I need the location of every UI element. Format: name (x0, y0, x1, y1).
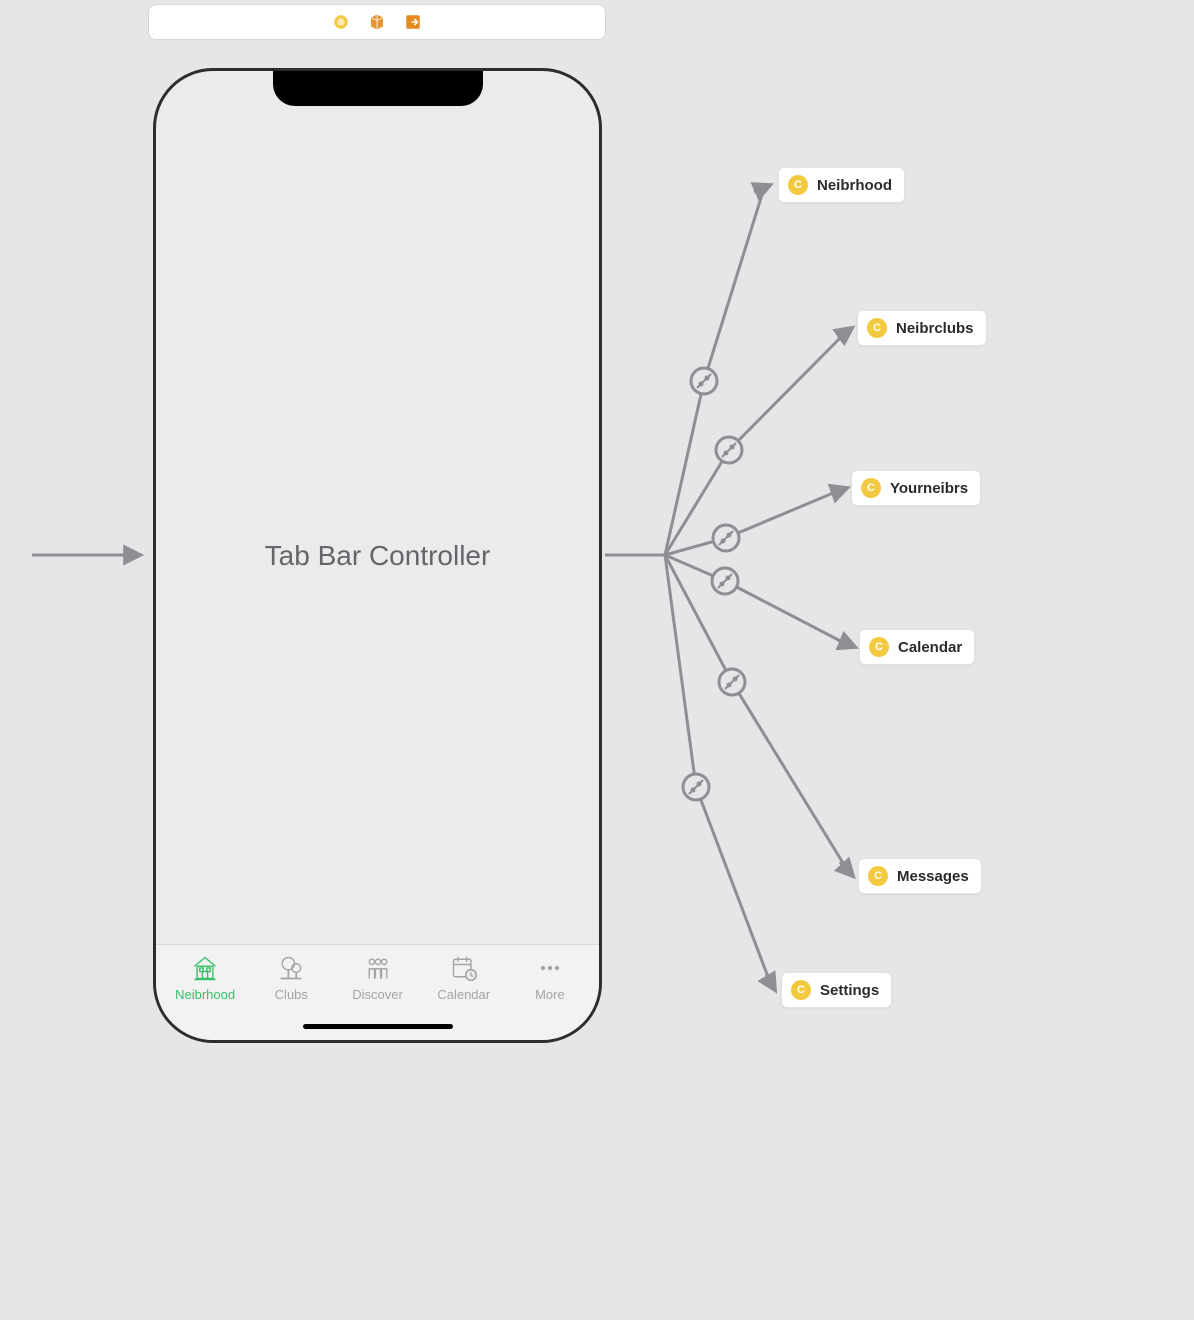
dest-label: Neibrclubs (896, 320, 974, 337)
tree-icon (276, 953, 306, 983)
tab-label: Clubs (275, 987, 308, 1002)
controller-icon: C (869, 637, 889, 657)
object-icon[interactable] (368, 13, 386, 31)
dest-yourneibrs[interactable]: C Yourneibrs (851, 470, 981, 506)
scene-icon[interactable] (332, 13, 350, 31)
scene-toolbar (148, 4, 606, 40)
tab-more[interactable]: More (507, 953, 593, 1040)
controller-icon: C (868, 866, 888, 886)
tab-neibrhood[interactable]: Neibrhood (162, 953, 248, 1040)
more-icon (535, 953, 565, 983)
tab-label: Neibrhood (175, 987, 235, 1002)
dest-calendar[interactable]: C Calendar (859, 629, 975, 665)
people-icon (363, 953, 393, 983)
dest-messages[interactable]: C Messages (858, 858, 982, 894)
controller-icon: C (788, 175, 808, 195)
phone-notch (273, 68, 483, 106)
dest-label: Messages (897, 868, 969, 885)
dest-label: Neibrhood (817, 177, 892, 194)
controller-icon: C (861, 478, 881, 498)
tab-label: Discover (352, 987, 403, 1002)
phone-frame: Tab Bar Controller Neibrhood (153, 68, 602, 1043)
home-indicator (303, 1024, 453, 1029)
dest-neibrhood[interactable]: C Neibrhood (778, 167, 905, 203)
storyboard-canvas: Tab Bar Controller Neibrhood (0, 0, 1194, 1320)
scene-title: Tab Bar Controller (265, 540, 491, 572)
calendar-icon (449, 953, 479, 983)
dest-neibrclubs[interactable]: C Neibrclubs (857, 310, 987, 346)
house-icon (190, 953, 220, 983)
dest-settings[interactable]: C Settings (781, 972, 892, 1008)
tab-label: More (535, 987, 565, 1002)
exit-icon[interactable] (404, 13, 422, 31)
dest-label: Yourneibrs (890, 480, 968, 497)
dest-label: Calendar (898, 639, 962, 656)
controller-icon: C (791, 980, 811, 1000)
tab-label: Calendar (437, 987, 490, 1002)
dest-label: Settings (820, 982, 879, 999)
controller-icon: C (867, 318, 887, 338)
